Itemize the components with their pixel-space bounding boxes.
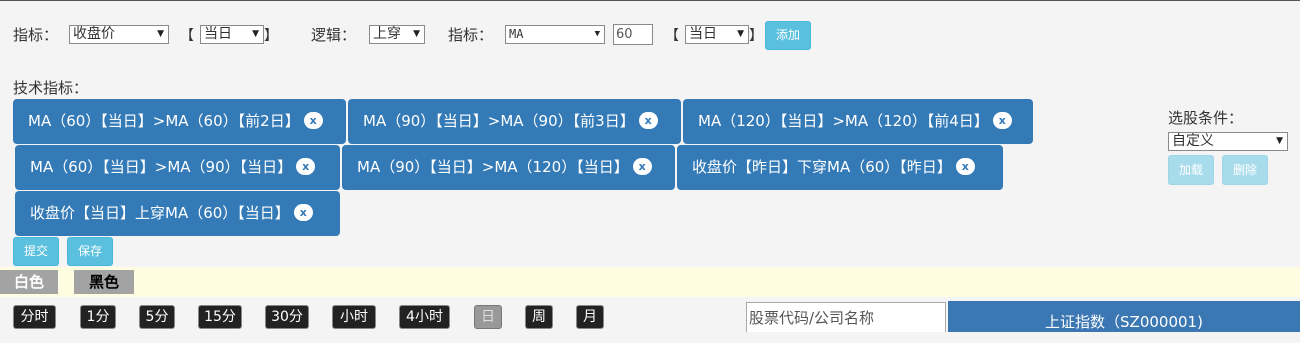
- stock-search-input[interactable]: 股票代码/公司名称: [746, 302, 946, 332]
- period-button-week[interactable]: 周: [525, 305, 553, 329]
- bracket-open: 【: [180, 28, 194, 44]
- indicator-chip[interactable]: MA（90）【当日】>MA（120）【当日】 x: [342, 145, 675, 190]
- remove-icon[interactable]: x: [303, 112, 323, 129]
- theme-white-button[interactable]: 白色: [0, 270, 58, 294]
- indicator2-label: 指标：: [448, 26, 494, 44]
- remove-icon[interactable]: x: [955, 158, 975, 175]
- period-button-30min[interactable]: 30分: [265, 305, 309, 329]
- indicator-chip[interactable]: MA（60）【当日】>MA（90）【当日】 x: [15, 145, 340, 190]
- remove-icon[interactable]: x: [632, 158, 652, 175]
- chip-label: 收盘价【昨日】下穿MA（60）【昨日】: [692, 158, 952, 176]
- remove-icon[interactable]: x: [296, 158, 316, 175]
- chip-label: 收盘价【当日】上穿MA（60）【当日】: [30, 204, 290, 222]
- indicator1-select[interactable]: 收盘价 ▼: [69, 25, 169, 44]
- stock-condition-label: 选股条件：: [1168, 109, 1244, 127]
- save-button[interactable]: 保存: [67, 237, 113, 266]
- delete-button[interactable]: 删除: [1222, 155, 1268, 185]
- logic-select[interactable]: 上穿 ▼: [369, 25, 425, 44]
- chip-label: MA（60）【当日】>MA（90）【当日】: [30, 158, 293, 176]
- indicator-chip[interactable]: MA（90）【当日】>MA（90）【前3日】 x: [348, 99, 681, 144]
- period-button-hour[interactable]: 小时: [332, 305, 376, 329]
- bracket-close-2: 】: [749, 28, 763, 44]
- logic-label: 逻辑：: [311, 26, 357, 44]
- remove-icon[interactable]: x: [293, 204, 313, 221]
- period-button-5min[interactable]: 5分: [139, 305, 175, 329]
- day1-select-value: 当日: [204, 26, 232, 42]
- submit-button[interactable]: 提交: [13, 237, 59, 266]
- chevron-down-icon: ▼: [413, 29, 420, 39]
- indicator-chip[interactable]: 收盘价【昨日】下穿MA（60）【昨日】 x: [677, 145, 1003, 190]
- chevron-down-icon: ▼: [1276, 136, 1283, 146]
- indicator-chip[interactable]: MA（60）【当日】>MA（60）【前2日】 x: [13, 99, 346, 144]
- indicator-chip[interactable]: MA（120）【当日】>MA（120）【前4日】 x: [683, 99, 1033, 144]
- remove-icon[interactable]: x: [992, 112, 1012, 129]
- chip-label: MA（90）【当日】>MA（120）【当日】: [357, 158, 629, 176]
- top-border: [0, 0, 1300, 1]
- day1-select[interactable]: 当日 ▼: [200, 25, 264, 44]
- chevron-down-icon: ▼: [737, 29, 744, 39]
- period-button-1min[interactable]: 1分: [80, 305, 116, 329]
- bracket-open-2: 【: [665, 28, 679, 44]
- indicator-label: 指标：: [13, 26, 59, 44]
- chip-label: MA（60）【当日】>MA（60）【前2日】: [28, 112, 300, 130]
- chip-label: MA（120）【当日】>MA（120）【前4日】: [698, 112, 989, 130]
- bracket-close: 】: [264, 28, 278, 44]
- day2-select[interactable]: 当日 ▼: [685, 25, 749, 44]
- indicator2-select-value: MA: [509, 27, 524, 41]
- period-button-15min[interactable]: 15分: [198, 305, 242, 329]
- stock-condition-value: 自定义: [1172, 133, 1214, 149]
- logic-select-value: 上穿: [373, 26, 401, 42]
- indicator2-select[interactable]: MA ▼: [505, 25, 605, 44]
- load-button[interactable]: 加载: [1168, 155, 1214, 185]
- stock-condition-select[interactable]: 自定义 ▼: [1168, 132, 1288, 151]
- theme-black-button[interactable]: 黑色: [74, 270, 134, 294]
- indicator1-select-value: 收盘价: [73, 26, 115, 42]
- theme-bar: [0, 267, 1300, 297]
- remove-icon[interactable]: x: [638, 112, 658, 129]
- tech-indicator-label: 技术指标：: [13, 79, 89, 97]
- period-button-timeshare[interactable]: 分时: [13, 305, 56, 329]
- period-input[interactable]: 60: [613, 24, 653, 45]
- period-button-month[interactable]: 月: [576, 305, 604, 329]
- day2-select-value: 当日: [689, 26, 717, 42]
- chevron-down-icon: ▼: [594, 29, 600, 39]
- chevron-down-icon: ▼: [252, 29, 259, 39]
- chevron-down-icon: ▼: [157, 29, 164, 39]
- index-title: 上证指数（SZ000001): [948, 301, 1300, 332]
- period-button-day[interactable]: 日: [474, 305, 502, 329]
- indicator-chip[interactable]: 收盘价【当日】上穿MA（60）【当日】 x: [15, 191, 340, 236]
- add-button[interactable]: 添加: [765, 21, 811, 50]
- chip-label: MA（90）【当日】>MA（90）【前3日】: [363, 112, 635, 130]
- period-button-4hour[interactable]: 4小时: [399, 305, 450, 329]
